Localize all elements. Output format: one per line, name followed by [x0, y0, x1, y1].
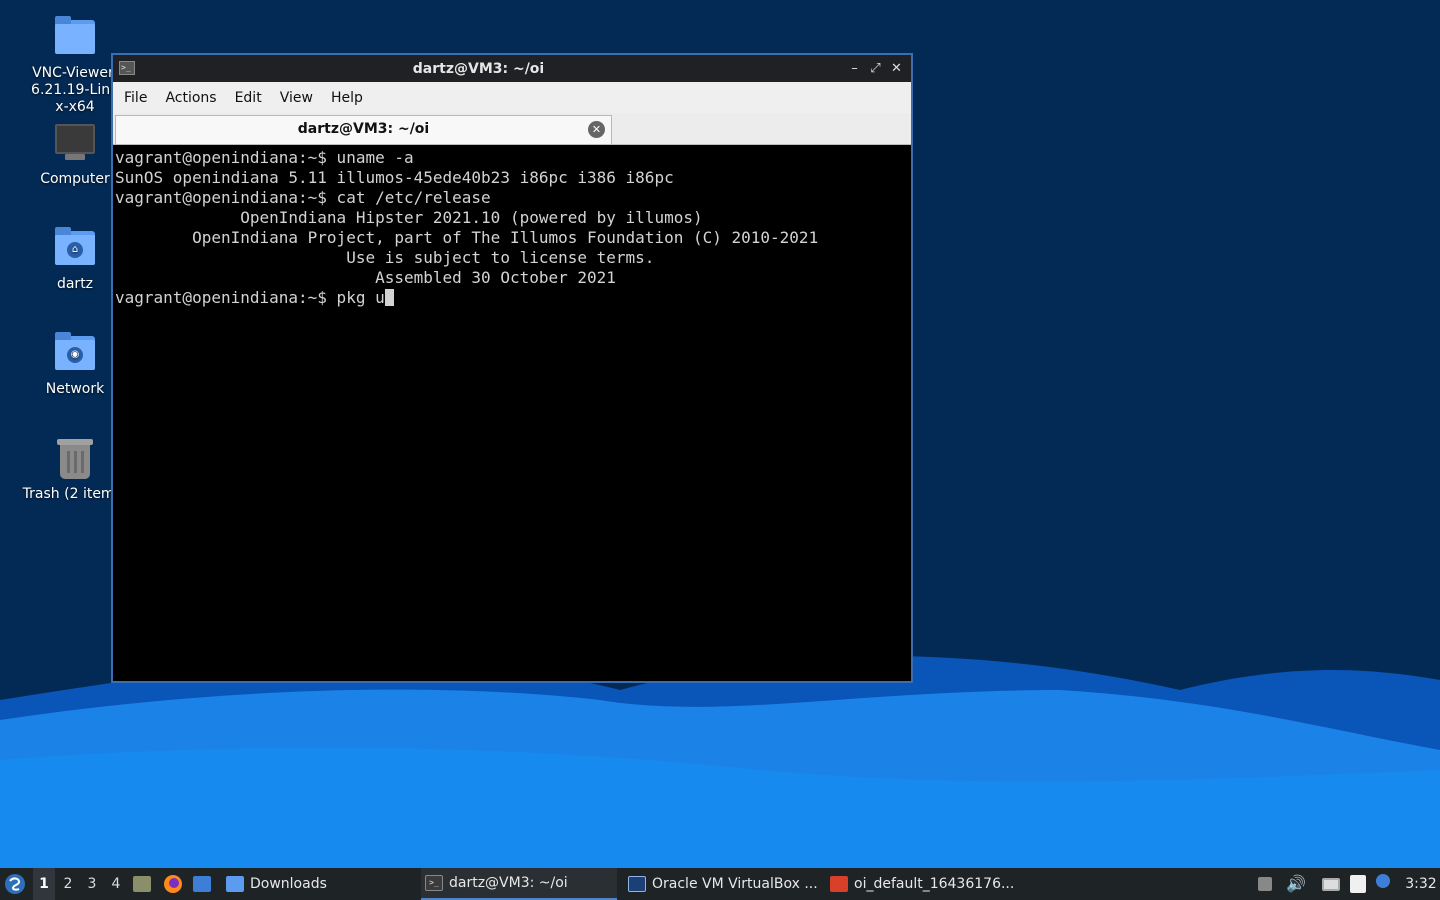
- window-titlebar[interactable]: >_ dartz@VM3: ~/oi – ⤢ ✕: [113, 55, 911, 82]
- clock[interactable]: 3:32: [1404, 868, 1438, 900]
- trash-icon: [51, 435, 99, 483]
- task-virtualbox[interactable]: Oracle VM VirtualBox ...: [624, 868, 820, 900]
- openindiana-logo-icon: [5, 874, 25, 894]
- menu-actions[interactable]: Actions: [156, 90, 225, 106]
- terminal-input[interactable]: vagrant@openindiana:~$ pkg u: [115, 288, 385, 307]
- workspace-1[interactable]: 1: [33, 868, 55, 900]
- show-desktop-button[interactable]: [193, 868, 215, 900]
- workspace-4[interactable]: 4: [105, 868, 127, 900]
- menu-bar: File Actions Edit View Help: [113, 82, 911, 113]
- tray-network-button[interactable]: [1322, 868, 1344, 900]
- task-label: Downloads: [250, 876, 327, 892]
- terminal-output[interactable]: vagrant@openindiana:~$ uname -a SunOS ope…: [113, 145, 911, 681]
- network-folder-icon: ◉: [51, 330, 99, 378]
- window-title: dartz@VM3: ~/oi: [412, 60, 545, 77]
- text-cursor: [384, 289, 394, 306]
- taskbar: 1 2 3 4 Downloads >_ dartz@VM3: ~/oi Ora…: [0, 868, 1440, 900]
- maximize-icon[interactable]: ⤢: [865, 61, 886, 76]
- terminal-line: OpenIndiana Hipster 2021.10 (powered by …: [115, 208, 703, 227]
- start-menu-button[interactable]: [4, 868, 28, 900]
- folder-icon: [226, 876, 244, 892]
- tray-clipboard-button[interactable]: [1350, 868, 1372, 900]
- task-label: dartz@VM3: ~/oi: [449, 875, 568, 891]
- terminal-line: Assembled 30 October 2021: [115, 268, 616, 287]
- tab-label: dartz@VM3: ~/oi: [297, 121, 430, 137]
- volume-icon: 🔊: [1286, 874, 1306, 893]
- desktop-icon: [193, 876, 211, 892]
- tab-bar: dartz@VM3: ~/oi ✕: [113, 113, 911, 145]
- terminal-line: vagrant@openindiana:~$ cat /etc/release: [115, 188, 491, 207]
- workspace-3[interactable]: 3: [81, 868, 103, 900]
- clipboard-icon: [1350, 875, 1366, 893]
- network-icon: [1322, 878, 1340, 891]
- firefox-icon: [164, 875, 182, 893]
- terminal-app-icon[interactable]: >_: [119, 61, 135, 75]
- menu-help[interactable]: Help: [322, 90, 372, 106]
- file-manager-launcher[interactable]: [133, 868, 155, 900]
- task-downloads[interactable]: Downloads: [222, 868, 412, 900]
- tray-eject-button[interactable]: [1258, 868, 1278, 900]
- menu-edit[interactable]: Edit: [226, 90, 271, 106]
- tab-close-icon[interactable]: ✕: [588, 121, 605, 138]
- file-manager-icon: [133, 876, 151, 892]
- tray-volume-button[interactable]: 🔊: [1286, 868, 1308, 900]
- terminal-line: vagrant@openindiana:~$ uname -a: [115, 148, 414, 167]
- task-label: oi_default_16436176...: [854, 876, 1015, 892]
- eject-icon: [1258, 877, 1272, 891]
- notification-icon: [1376, 874, 1390, 888]
- terminal-icon: >_: [425, 875, 443, 891]
- close-icon[interactable]: ✕: [886, 61, 907, 76]
- task-pdf[interactable]: oi_default_16436176...: [826, 868, 1026, 900]
- terminal-line: Use is subject to license terms.: [115, 248, 655, 267]
- minimize-icon[interactable]: –: [844, 61, 865, 76]
- menu-view[interactable]: View: [271, 90, 322, 106]
- task-label: Oracle VM VirtualBox ...: [652, 876, 818, 892]
- firefox-launcher[interactable]: [163, 868, 185, 900]
- folder-icon: [51, 14, 99, 62]
- tray-notification-button[interactable]: [1376, 868, 1396, 900]
- menu-file[interactable]: File: [115, 90, 156, 106]
- terminal-line: SunOS openindiana 5.11 illumos-45ede40b2…: [115, 168, 674, 187]
- workspace-2[interactable]: 2: [57, 868, 79, 900]
- terminal-tab[interactable]: dartz@VM3: ~/oi ✕: [115, 115, 612, 144]
- task-terminal[interactable]: >_ dartz@VM3: ~/oi: [421, 868, 617, 900]
- home-folder-icon: ⌂: [51, 225, 99, 273]
- terminal-line: OpenIndiana Project, part of The Illumos…: [115, 228, 819, 247]
- computer-icon: [51, 120, 99, 168]
- terminal-input-line[interactable]: vagrant@openindiana:~$ pkg u: [115, 288, 911, 308]
- virtualbox-icon: [628, 876, 646, 892]
- pdf-icon: [830, 876, 848, 892]
- terminal-window[interactable]: >_ dartz@VM3: ~/oi – ⤢ ✕ File Actions Ed…: [111, 53, 913, 683]
- desktop-icon-label: VNC-Viewer-6.21.19-Linux-x64: [31, 65, 119, 115]
